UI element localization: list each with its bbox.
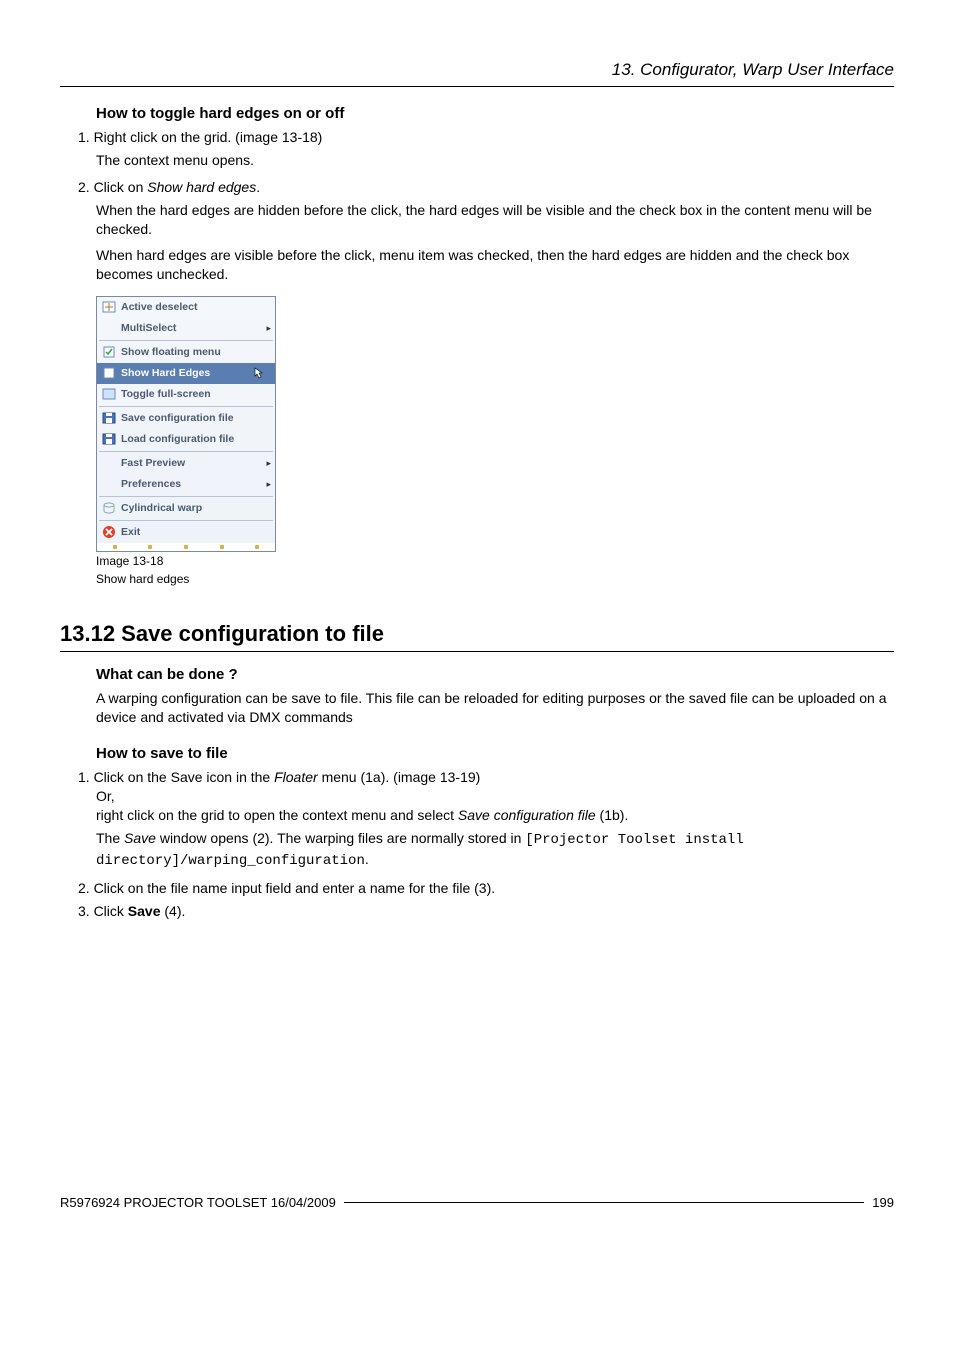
menu-separator — [99, 451, 273, 452]
section2-sub1-heading: What can be done ? — [96, 666, 894, 683]
section1-step2-sub1: When the hard edges are hidden before th… — [96, 201, 894, 239]
context-menu: Active deselect MultiSelect ▸ Show float… — [96, 296, 276, 552]
footer-rule — [344, 1202, 864, 1203]
section1-step2-em: Show hard edges — [147, 179, 256, 195]
footer-left: R5976924 PROJECTOR TOOLSET 16/04/2009 — [60, 1195, 336, 1210]
submenu-arrow-icon: ▸ — [263, 323, 271, 334]
menu-bottom-dots — [97, 543, 275, 551]
section2-rule — [60, 651, 894, 652]
blank-icon — [101, 477, 117, 491]
menu-label: Load configuration file — [121, 433, 271, 445]
section2-step1-result-mid: window opens (2). The warping files are … — [156, 830, 525, 846]
page-footer: R5976924 PROJECTOR TOOLSET 16/04/2009 19… — [60, 1195, 894, 1210]
submenu-arrow-icon: ▸ — [263, 479, 271, 490]
menu-item-save-config[interactable]: Save configuration file — [97, 408, 275, 429]
footer-page-number: 199 — [872, 1195, 894, 1210]
blank-icon — [101, 321, 117, 335]
section2-step3-bold: Save — [128, 903, 161, 919]
submenu-arrow-icon: ▸ — [263, 458, 271, 469]
context-menu-figure: Active deselect MultiSelect ▸ Show float… — [96, 296, 276, 587]
checkbox-unchecked-icon — [101, 366, 117, 380]
section1-step2-sub2: When hard edges are visible before the c… — [96, 246, 894, 284]
menu-label: Show floating menu — [121, 346, 271, 358]
menu-separator — [99, 520, 273, 521]
menu-item-show-floating-menu[interactable]: Show floating menu — [97, 342, 275, 363]
section2-step1-line2-prefix: right click on the grid to open the cont… — [96, 807, 458, 823]
section2-step2: 2. Click on the file name input field an… — [78, 879, 894, 898]
menu-label: Exit — [121, 526, 271, 538]
chapter-title: 13. Configurator, Warp User Interface — [60, 60, 894, 84]
section1-step2: 2. Click on Show hard edges. — [78, 178, 894, 197]
section2-step1: 1. Click on the Save icon in the Floater… — [78, 768, 894, 825]
section2-step3-suffix: (4). — [161, 903, 186, 919]
section2-sub2-heading: How to save to file — [96, 745, 894, 762]
menu-separator — [99, 406, 273, 407]
menu-item-fast-preview[interactable]: Fast Preview ▸ — [97, 453, 275, 474]
menu-label: MultiSelect — [121, 322, 263, 334]
menu-item-cylindrical-warp[interactable]: Cylindrical warp — [97, 498, 275, 519]
section2-step1-line2-suffix: (1b). — [596, 807, 629, 823]
section1-step2-suffix: . — [256, 179, 260, 195]
menu-label: Preferences — [121, 478, 263, 490]
section2-step1-em: Floater — [274, 769, 318, 785]
section2-sub1-para: A warping configuration can be save to f… — [96, 689, 894, 727]
section2-step1-result-em: Save — [124, 830, 156, 846]
section2-step1-result-suffix: . — [365, 851, 369, 867]
section2-step3-prefix: 3. Click — [78, 903, 128, 919]
figure-caption-line1: Image 13-18 — [96, 554, 276, 570]
header-rule — [60, 86, 894, 87]
section1-step1: 1. Right click on the grid. (image 13-18… — [78, 128, 894, 147]
section1-heading: How to toggle hard edges on or off — [96, 105, 894, 122]
menu-item-exit[interactable]: Exit — [97, 522, 275, 543]
menu-label: Active deselect — [121, 301, 271, 313]
menu-label: Show Hard Edges — [121, 367, 253, 379]
save-icon — [101, 411, 117, 425]
menu-item-toggle-fullscreen[interactable]: Toggle full-screen — [97, 384, 275, 405]
menu-label: Fast Preview — [121, 457, 263, 469]
cylinder-icon — [101, 501, 117, 515]
menu-item-load-config[interactable]: Load configuration file — [97, 429, 275, 450]
section2-step1-line2-em: Save configuration file — [458, 807, 596, 823]
section2-heading: 13.12 Save configuration to file — [60, 621, 894, 647]
deselect-icon — [101, 300, 117, 314]
section1-step2-prefix: 2. Click on — [78, 179, 147, 195]
menu-label: Toggle full-screen — [121, 388, 271, 400]
menu-item-preferences[interactable]: Preferences ▸ — [97, 474, 275, 495]
close-icon — [101, 525, 117, 539]
section2-step1-or: Or, — [96, 788, 115, 804]
section2-step3: 3. Click Save (4). — [78, 902, 894, 921]
menu-item-multiselect[interactable]: MultiSelect ▸ — [97, 318, 275, 339]
menu-label: Cylindrical warp — [121, 502, 271, 514]
menu-label: Save configuration file — [121, 412, 271, 424]
load-icon — [101, 432, 117, 446]
section2-step1-result: The Save window opens (2). The warping f… — [96, 829, 894, 871]
section2-step1-result-prefix: The — [96, 830, 124, 846]
menu-item-show-hard-edges[interactable]: Show Hard Edges — [97, 363, 275, 384]
figure-caption-line2: Show hard edges — [96, 572, 276, 588]
fullscreen-icon — [101, 387, 117, 401]
section2-step1-prefix: 1. Click on the Save icon in the — [78, 769, 274, 785]
blank-icon — [101, 456, 117, 470]
checkbox-checked-icon — [101, 345, 117, 359]
menu-separator — [99, 340, 273, 341]
section2-step1-mid: menu (1a). (image 13-19) — [318, 769, 481, 785]
menu-item-active-deselect[interactable]: Active deselect — [97, 297, 275, 318]
menu-separator — [99, 496, 273, 497]
section1-step1-sub: The context menu opens. — [96, 151, 894, 170]
cursor-icon — [251, 366, 267, 380]
